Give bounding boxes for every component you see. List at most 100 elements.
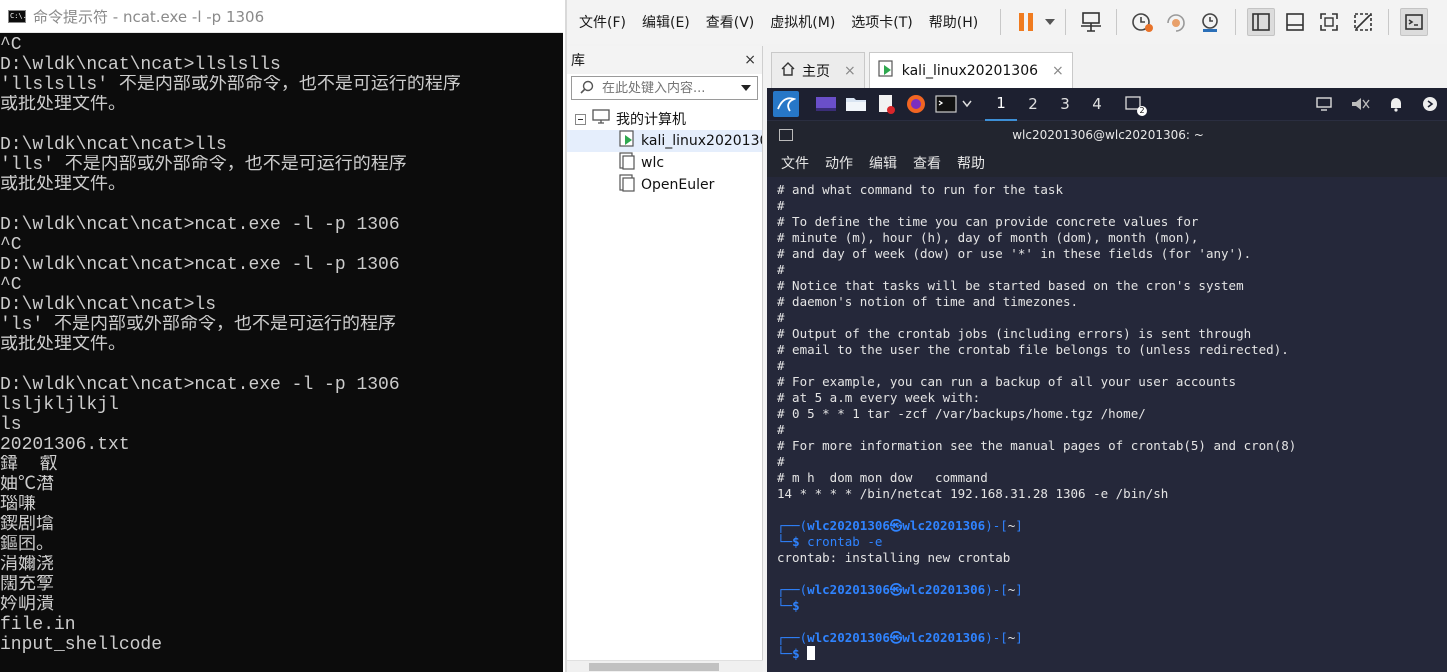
volume-muted-icon[interactable] — [1349, 94, 1371, 114]
toolbar-divider — [1235, 9, 1237, 35]
crontab-line: # m h dom mon dow command — [777, 470, 988, 485]
cmd-output-line: file.in — [0, 615, 76, 635]
command-line[interactable]: └─$ — [777, 646, 1442, 662]
fullscreen-icon[interactable] — [1315, 8, 1343, 36]
crontab-line: # minute (m), hour (h), day of month (do… — [777, 230, 1199, 245]
vm-screen[interactable]: 1 2 3 4 2 wlc20201306@wlc20201306: ~ 文件 … — [767, 88, 1447, 672]
revert-snapshot-icon[interactable] — [1162, 8, 1190, 36]
window-list-icon[interactable]: 2 — [1123, 94, 1147, 116]
terminal-window-icon — [779, 129, 793, 141]
cmd-window: C:\. 命令提示符 - ncat.exe -l -p 1306 ^C D:\wl… — [0, 0, 563, 672]
menu-help[interactable]: 帮助(H) — [921, 12, 986, 32]
workspace-1[interactable]: 1 — [985, 88, 1017, 121]
crontab-line: # Output of the crontab jobs (including … — [777, 326, 1252, 341]
cmd-output-line: ^C — [0, 235, 22, 255]
workspace-2[interactable]: 2 — [1017, 88, 1049, 121]
cmd-output-line: D:\wldk\ncat\ncat>lls — [0, 135, 227, 155]
workspace-3[interactable]: 3 — [1049, 88, 1081, 121]
home-icon — [780, 61, 796, 81]
send-keys-icon[interactable] — [1077, 8, 1105, 36]
cmd-output-line: 妯℃澘 — [0, 475, 54, 495]
menu-vm[interactable]: 虚拟机(M) — [762, 12, 843, 32]
cmd-output-line — [0, 195, 563, 215]
cmd-output-line: 鏂囨。 — [0, 535, 54, 555]
toolbar-divider — [1065, 9, 1067, 35]
crontab-line: # at 5 a.m every week with: — [777, 390, 981, 405]
cmd-output-line: 'ls' 不是内部或外部命令，也不是可运行的程序 — [0, 315, 397, 335]
cmd-output-line: 涓嬭浇 — [0, 555, 54, 575]
library-tree: 我的计算机 kali_linux20201306 wlc OpenEuler — [567, 108, 762, 196]
library-panel: 库 × 我的计算机 kal — [567, 46, 763, 672]
show-desktop-icon[interactable] — [815, 94, 837, 114]
kali-top-panel: 1 2 3 4 2 — [767, 88, 1447, 121]
terminal-icon[interactable] — [1400, 8, 1429, 36]
library-search[interactable] — [571, 76, 758, 100]
crontab-line: # — [777, 198, 785, 213]
notification-bell-icon[interactable] — [1385, 94, 1407, 114]
menu-tabs[interactable]: 选项卡(T) — [843, 12, 920, 32]
folder-icon[interactable] — [845, 94, 867, 114]
toolbar-divider — [1000, 9, 1002, 35]
terminal-menu-help[interactable]: 帮助 — [957, 153, 985, 173]
terminal-titlebar[interactable]: wlc20201306@wlc20201306: ~ — [767, 121, 1447, 149]
terminal-menu-file[interactable]: 文件 — [781, 153, 809, 173]
menu-view[interactable]: 查看(V) — [698, 12, 763, 32]
terminal-menu-actions[interactable]: 动作 — [825, 153, 853, 173]
pause-icon[interactable] — [1012, 8, 1040, 36]
chevron-down-icon[interactable] — [961, 94, 973, 114]
prompt-line: ┌──(wlc20201306㉿wlc20201306)-[~] — [777, 518, 1023, 533]
computer-icon — [592, 109, 610, 129]
command-line: └─$ crontab -e — [777, 534, 883, 549]
cmd-titlebar[interactable]: C:\. 命令提示符 - ncat.exe -l -p 1306 — [0, 0, 563, 33]
toolbar-divider — [1388, 9, 1390, 35]
tree-vm-kali[interactable]: kali_linux20201306 — [567, 130, 762, 152]
kali-menu-icon[interactable] — [773, 91, 799, 117]
menu-file[interactable]: 文件(F) — [571, 12, 634, 32]
close-icon[interactable]: × — [1052, 63, 1064, 79]
chevron-down-icon[interactable] — [741, 85, 751, 91]
terminal-title: wlc20201306@wlc20201306: ~ — [1012, 128, 1204, 142]
console-view-icon[interactable] — [1281, 8, 1309, 36]
collapse-icon[interactable] — [575, 113, 586, 125]
text-editor-icon[interactable] — [875, 94, 897, 114]
firefox-icon[interactable] — [905, 94, 927, 114]
close-icon[interactable]: × — [744, 52, 756, 68]
library-view-icon[interactable] — [1247, 8, 1276, 36]
snapshot-icon[interactable] — [1128, 8, 1156, 36]
tree-root-my-computer[interactable]: 我的计算机 — [567, 108, 762, 130]
display-icon[interactable] — [1313, 94, 1335, 114]
crontab-line: # — [777, 358, 785, 373]
crontab-line: # — [777, 310, 785, 325]
text-cursor — [807, 646, 816, 660]
terminal-icon[interactable] — [935, 94, 957, 114]
toolbar-divider — [1116, 9, 1118, 35]
snapshot-manager-icon[interactable] — [1196, 8, 1224, 36]
crontab-line: # For more information see the manual pa… — [777, 438, 1297, 453]
cmd-output-line — [0, 355, 563, 375]
library-scrollbar[interactable] — [567, 660, 763, 672]
tree-vm-openeuler[interactable]: OpenEuler — [567, 174, 762, 196]
unity-icon[interactable] — [1349, 8, 1377, 36]
tree-vm-wlc[interactable]: wlc — [567, 152, 762, 174]
crontab-line: # email to the user the crontab file bel… — [777, 342, 1289, 357]
tab-home[interactable]: 主页 × — [771, 52, 865, 88]
terminal-output[interactable]: # and what command to run for the task # #… — [777, 182, 1442, 662]
crontab-line: # daemon's notion of time and timezones. — [777, 294, 1079, 309]
workspace-4[interactable]: 4 — [1081, 88, 1113, 121]
chevron-down-icon[interactable] — [1043, 8, 1057, 36]
tab-kali[interactable]: kali_linux20201306 × — [868, 52, 1073, 88]
cmd-output[interactable]: ^C D:\wldk\ncat\ncat>llslslls'llslslls' 不… — [0, 35, 563, 655]
tree-vm-label: kali_linux20201306 — [641, 133, 762, 149]
cmd-app-icon: C:\. — [8, 9, 27, 23]
crontab-line: # — [777, 454, 785, 469]
cmd-output-line: 或批处理文件。 — [0, 335, 126, 355]
close-icon[interactable]: × — [844, 63, 856, 79]
terminal-menu-view[interactable]: 查看 — [913, 153, 941, 173]
search-input[interactable] — [602, 80, 732, 96]
power-icon[interactable] — [1419, 94, 1441, 114]
cmd-output-line: 'llslslls' 不是内部或外部命令，也不是可运行的程序 — [0, 75, 461, 95]
cmd-output-line: D:\wldk\ncat\ncat>ncat.exe -l -p 1306 — [0, 375, 400, 395]
menu-edit[interactable]: 编辑(E) — [634, 12, 698, 32]
scrollbar-thumb[interactable] — [589, 663, 719, 671]
terminal-menu-edit[interactable]: 编辑 — [869, 153, 897, 173]
